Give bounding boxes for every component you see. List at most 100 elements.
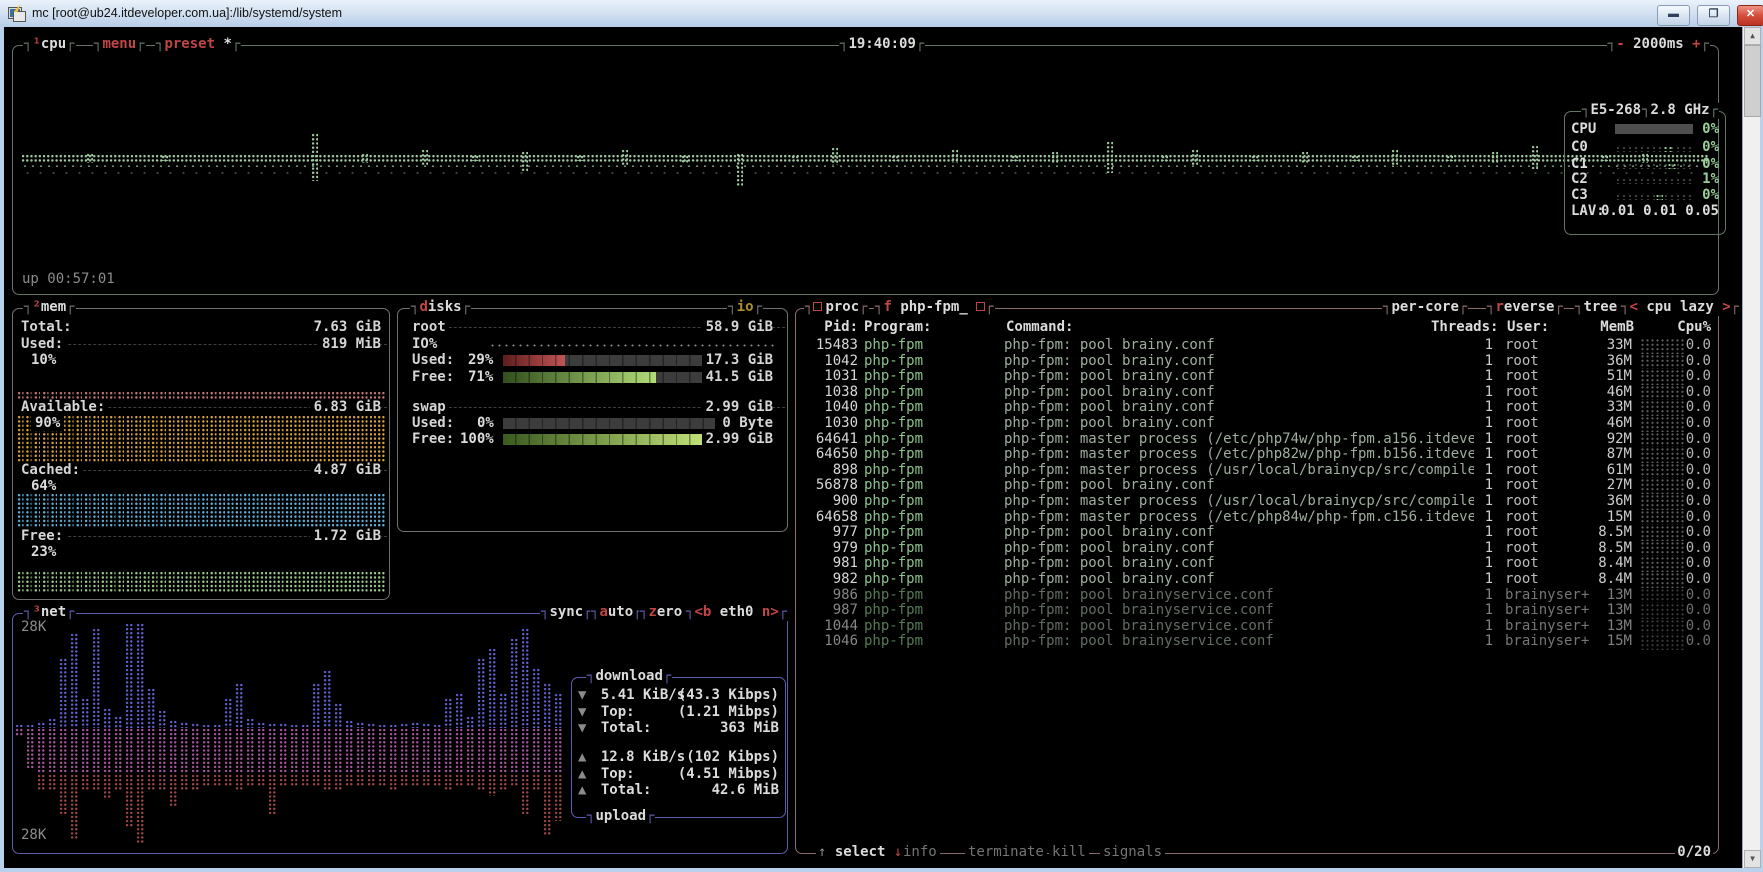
process-command: php-fpm: pool brainy.conf [1004,369,1474,385]
process-pid: 1046 [801,634,858,650]
net-info-box: download ▼ 5.41 KiB/s (43.3 Kibps) ▼ Top… [571,677,786,818]
process-row[interactable]: 979 php-fpm php-fpm: pool brainy.conf 1 … [801,541,1713,557]
scroll-up-icon[interactable]: ▲ [1744,27,1761,45]
minimize-button[interactable]: ▬ [1657,5,1690,26]
process-cpu: 0.0 [1684,463,1711,479]
cpu-graph-spike [1351,155,1358,161]
process-row[interactable]: 1040 php-fpm php-fpm: pool brainy.conf 1… [801,400,1713,416]
process-user: brainyser+ [1505,603,1593,619]
net-graph-column [213,774,221,786]
net-next-interface-button[interactable]: n> [762,604,779,620]
process-row[interactable]: 1038 php-fpm php-fpm: pool brainy.conf 1… [801,385,1713,401]
core-meter [1615,163,1693,169]
process-row[interactable]: 1030 php-fpm php-fpm: pool brainy.conf 1… [801,416,1713,432]
proc-reverse-toggle[interactable]: reverse [1486,300,1564,316]
disk-free-label: Free: [412,369,457,385]
process-row[interactable]: 977 php-fpm php-fpm: pool brainy.conf 1 … [801,525,1713,541]
download-arrow-icon: ▼ [578,687,586,703]
process-row[interactable]: 1031 php-fpm php-fpm: pool brainy.conf 1… [801,369,1713,385]
cpu-graph-spike [681,155,688,163]
net-graph-column [246,718,254,728]
process-row[interactable]: 898 php-fpm php-fpm: master process (/us… [801,463,1713,479]
scrollbar-thumb[interactable] [1744,45,1761,117]
cpu-box: ¹cpu menu preset * 19:40:09 - 2000ms + E… [12,45,1719,295]
process-user: root [1505,354,1593,370]
process-command: php-fpm: pool brainy.conf [1004,338,1474,354]
tab-disks[interactable]: disks [410,300,471,316]
net-graph-column [477,658,485,728]
filter-clear-icon[interactable] [976,302,985,311]
tab-proc[interactable]: proc [804,300,869,316]
terminate-button[interactable]: terminate [965,845,1047,861]
process-row[interactable]: 1042 php-fpm php-fpm: pool brainy.conf 1… [801,354,1713,370]
process-row[interactable]: 56878 php-fpm php-fpm: pool brainy.conf … [801,478,1713,494]
net-graph-column [554,693,562,728]
net-zero-toggle[interactable]: zero [639,605,692,621]
net-auto-toggle[interactable]: auto [590,605,643,621]
process-row[interactable]: 1046 php-fpm php-fpm: pool brainyservice… [801,634,1713,650]
process-row[interactable]: 982 php-fpm php-fpm: pool brainy.conf 1 … [801,572,1713,588]
proc-percore-toggle[interactable]: per-core [1382,300,1468,316]
select-control[interactable]: ↑ select ↓ [816,845,904,861]
header-cpu[interactable]: Cpu% [1675,320,1711,336]
process-row[interactable]: 981 php-fpm php-fpm: pool brainy.conf 1 … [801,556,1713,572]
lav-label: LAV: [1571,203,1605,219]
process-row[interactable]: 64650 php-fpm php-fpm: master process (/… [801,447,1713,463]
process-program: php-fpm [864,556,1004,572]
tab-cpu[interactable]: ¹cpu [23,37,76,53]
preset-button[interactable]: preset * [155,37,241,53]
close-button[interactable]: ✕ [1737,5,1763,26]
mem-row-label: Free: [21,528,66,544]
scrollbar[interactable]: ▲ ▼ [1742,27,1760,868]
net-graph-column [202,774,210,786]
core-meter [1615,194,1693,200]
net-graph-column [92,728,100,774]
sort-prev-button[interactable]: < [1629,299,1637,315]
net-graph-column [301,728,309,774]
sort-next-button[interactable]: > [1722,299,1730,315]
net-prev-interface-button[interactable]: <b [694,604,711,620]
process-row[interactable]: 64641 php-fpm php-fpm: master process (/… [801,432,1713,448]
process-user: root [1505,494,1593,510]
info-button[interactable]: info [900,845,940,861]
process-threads: 1 [1474,463,1493,479]
upload-speed-row: ▲ 12.8 KiB/s (102 Kibps) [578,750,781,765]
process-mem: 13M [1593,588,1632,604]
menu-button[interactable]: menu [93,37,146,53]
process-row[interactable]: 15483 php-fpm php-fpm: pool brainy.conf … [801,338,1713,354]
net-graph-column [37,728,45,774]
cpu-graph-spike [621,149,628,165]
interval-minus-button[interactable]: - [1616,36,1624,52]
kill-button[interactable]: kill [1049,845,1089,861]
process-row[interactable]: 986 php-fpm php-fpm: pool brainyservice.… [801,588,1713,604]
proc-tree-toggle[interactable]: tree [1574,300,1627,316]
tab-mem[interactable]: ²mem [23,300,76,316]
header-command[interactable]: Command: [1006,320,1073,336]
cpu-row-value: 0% [1702,122,1719,138]
tab-io[interactable]: io [727,300,763,316]
header-user[interactable]: User: [1507,320,1549,336]
header-program[interactable]: Program: [864,320,931,336]
titlebar[interactable]: mc [root@ub24.itdeveloper.com.ua]:/lib/s… [0,0,1763,28]
process-mem: 92M [1593,432,1632,448]
scroll-down-icon[interactable]: ▼ [1744,850,1761,868]
process-row[interactable]: 64658 php-fpm php-fpm: master process (/… [801,510,1713,526]
signals-button[interactable]: signals [1100,845,1165,861]
process-row[interactable]: 987 php-fpm php-fpm: pool brainyservice.… [801,603,1713,619]
header-pid[interactable]: Pid: [801,320,858,336]
net-graph-column [48,718,56,728]
header-mem[interactable]: MemB [1595,320,1634,336]
cpu-graph-spike [1051,151,1058,163]
proc-filter[interactable]: f php-fpm_ [874,300,995,316]
net-graph-column [521,774,529,814]
cpu-row-label: CPU [1571,121,1596,137]
process-row[interactable]: 900 php-fpm php-fpm: master process (/us… [801,494,1713,510]
header-threads[interactable]: Threads: [1431,320,1498,336]
select-up-icon[interactable]: ↑ [818,844,826,860]
disk-root-free-row: Free: 71% 41.5 GiB [412,370,787,385]
process-cpu: 0.0 [1684,447,1711,463]
process-row[interactable]: 1044 php-fpm php-fpm: pool brainyservice… [801,619,1713,635]
process-cpu: 0.0 [1684,572,1711,588]
interval-plus-button[interactable]: + [1692,36,1700,52]
maximize-button[interactable]: ❐ [1697,5,1730,26]
